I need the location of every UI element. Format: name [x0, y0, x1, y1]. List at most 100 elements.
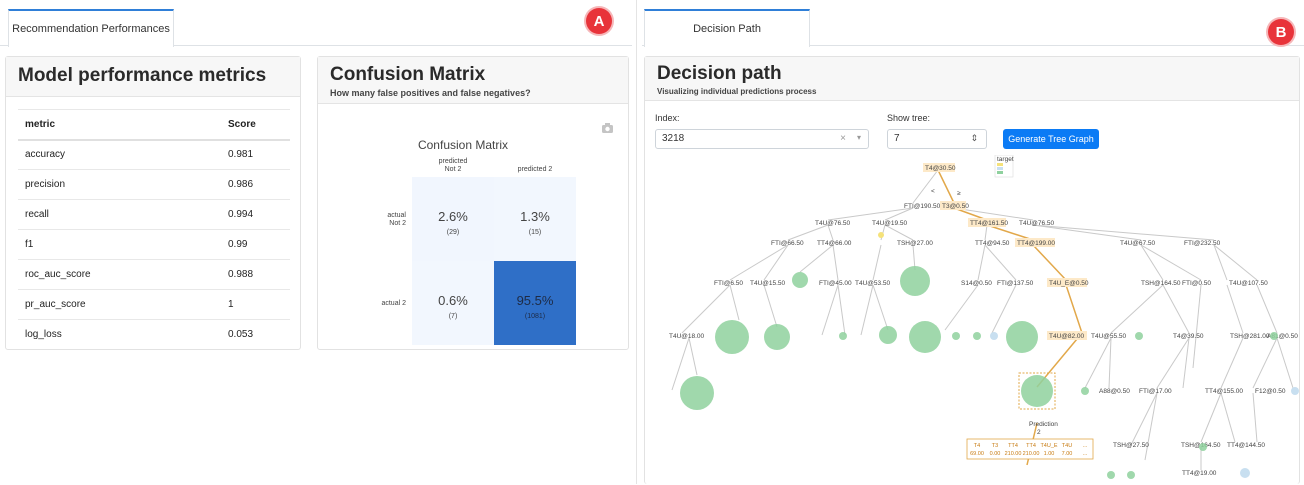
tree-node: TSH@281.00 — [1230, 333, 1270, 340]
tree-legend: target — [994, 155, 1014, 178]
cell-count-label: (15) — [529, 229, 541, 236]
column-header-metric: metric — [18, 109, 228, 141]
feature-name: T4 — [974, 443, 980, 449]
edge-label-left: < — [931, 188, 935, 195]
feature-value: 1.00 — [1044, 451, 1055, 457]
tab-recommendation-performances[interactable]: Recommendation Performances — [8, 9, 174, 47]
clear-icon[interactable]: × — [840, 133, 846, 144]
legend-title: target — [997, 156, 1014, 163]
heatmap-cells: 2.6% (29) 1.3% (15) 0.6% (7) 95.5% (1081) — [412, 177, 576, 345]
recommendation-panel: Recommendation Performances A Model perf… — [0, 0, 632, 484]
tree-node: T4U@53.50 — [855, 280, 891, 287]
leaf-node — [1291, 387, 1299, 395]
chevron-down-icon[interactable]: ▾ — [857, 133, 861, 142]
confusion-card-header: Confusion Matrix How many false positive… — [318, 57, 628, 104]
metric-score: 0.988 — [228, 259, 290, 290]
tree-node: FTI@190.50 — [904, 203, 941, 210]
badge-b: B — [1268, 19, 1294, 45]
feature-name: TT4 — [1008, 443, 1018, 449]
edge-label-right: ≥ — [957, 190, 961, 197]
camera-icon[interactable] — [602, 123, 613, 133]
index-select[interactable]: 3218 × ▾ — [655, 129, 869, 149]
feature-name: TT4 — [1026, 443, 1036, 449]
tree-node: FTI@45.00 — [819, 280, 852, 287]
tree-node: TSH@27.50 — [1113, 442, 1149, 449]
x-tick-label: predicted 2 — [518, 166, 553, 173]
confusion-matrix-card: Confusion Matrix How many false positive… — [317, 56, 629, 350]
tree-node: FTI@137.50 — [997, 280, 1034, 287]
generate-tree-graph-button[interactable]: Generate Tree Graph — [1003, 129, 1099, 149]
feature-name: T4U — [1062, 443, 1072, 449]
feature-value: 0.00 — [990, 451, 1001, 457]
tree-node: TT4@155.00 — [1205, 388, 1243, 395]
metric-name: f1 — [18, 229, 228, 260]
tree-node: TT4@161.50 — [970, 220, 1008, 227]
metric-name: pr_auc_score — [18, 289, 228, 320]
tree-node: T4@30.50 — [925, 165, 956, 172]
metrics-card: Model performance metrics metric Score a… — [5, 56, 301, 350]
leaf-node — [839, 332, 847, 340]
y-tick-label: Not 2 — [389, 220, 406, 227]
metric-name: precision — [18, 169, 228, 200]
metric-name: accuracy — [18, 139, 228, 170]
table-row: log_loss 0.053 — [18, 319, 290, 350]
cell-count-label: (29) — [447, 229, 459, 236]
leaf-node — [792, 272, 808, 288]
leaf-node — [1021, 375, 1053, 407]
y-tick-labels: actualNot 2 actual 2 — [381, 212, 406, 307]
feature-value: 7.00 — [1062, 451, 1073, 457]
tree-node: S14@0.50 — [961, 280, 992, 287]
select-caret-icon: ⇕ — [970, 133, 978, 143]
decision-card-header: Decision path Visualizing individual pre… — [645, 57, 1299, 101]
metric-score: 0.994 — [228, 199, 290, 230]
table-row: roc_auc_score 0.988 — [18, 259, 290, 290]
feature-name: T3 — [992, 443, 998, 449]
leaf-node — [1270, 332, 1278, 340]
decision-card-subtitle: Visualizing individual predictions proce… — [657, 87, 817, 96]
table-row: f1 0.99 — [18, 229, 290, 260]
tree-node: T4U@76.50 — [1019, 220, 1055, 227]
x-tick-labels: predictedNot 2 predicted 2 — [439, 158, 553, 173]
prediction-value: 2 — [1037, 429, 1041, 436]
leaf-node — [1081, 387, 1089, 395]
leaf-node — [973, 332, 981, 340]
y-tick-label: actual — [387, 212, 406, 219]
y-tick-label: actual 2 — [381, 300, 406, 307]
metric-score: 0.99 — [228, 229, 290, 260]
table-row: precision 0.986 — [18, 169, 290, 200]
metric-score: 0.981 — [228, 139, 290, 170]
tree-value: 7 — [894, 133, 900, 144]
leaf-node — [1006, 321, 1038, 353]
tab-decision-path[interactable]: Decision Path — [644, 9, 810, 47]
tree-node: FTI@0.50 — [1182, 280, 1211, 287]
table-header-row: metric Score — [18, 109, 290, 141]
right-tabbar: Decision Path — [642, 0, 1304, 47]
metric-score: 0.053 — [228, 319, 290, 350]
leaf-node — [680, 376, 714, 410]
feature-value: 210.00 — [1005, 451, 1022, 457]
chart-title: Confusion Matrix — [418, 138, 508, 152]
feature-name: T4U_E — [1040, 443, 1057, 449]
feature-value: 210.00 — [1023, 451, 1040, 457]
index-label: Index: — [655, 113, 680, 123]
metric-name: roc_auc_score — [18, 259, 228, 290]
panel-divider — [636, 0, 637, 484]
tree-node: TT4@94.50 — [975, 240, 1010, 247]
leaf-node — [990, 332, 998, 340]
tree-node: T4U@55.50 — [1091, 333, 1127, 340]
tree-node: T3@0.50 — [942, 203, 969, 210]
metric-score: 0.986 — [228, 169, 290, 200]
decision-path-card: Decision path Visualizing individual pre… — [644, 56, 1300, 484]
tree-node: TSH@27.00 — [897, 240, 933, 247]
metrics-card-header: Model performance metrics — [6, 57, 300, 97]
tree-select[interactable]: 7 ⇕ — [887, 129, 987, 149]
confusion-card-subtitle: How many false positives and false negat… — [330, 88, 531, 98]
prediction-label: Prediction — [1029, 421, 1058, 428]
metric-name: log_loss — [18, 319, 228, 350]
tree-node: TT4@199.00 — [1017, 240, 1055, 247]
cell-percent-label: 95.5% — [517, 293, 554, 308]
tree-node: T4U@15.50 — [750, 280, 786, 287]
feature-name: ... — [1083, 443, 1088, 449]
highlighted-path — [937, 169, 1083, 466]
tree-node: TT4@19.00 — [1182, 470, 1217, 477]
